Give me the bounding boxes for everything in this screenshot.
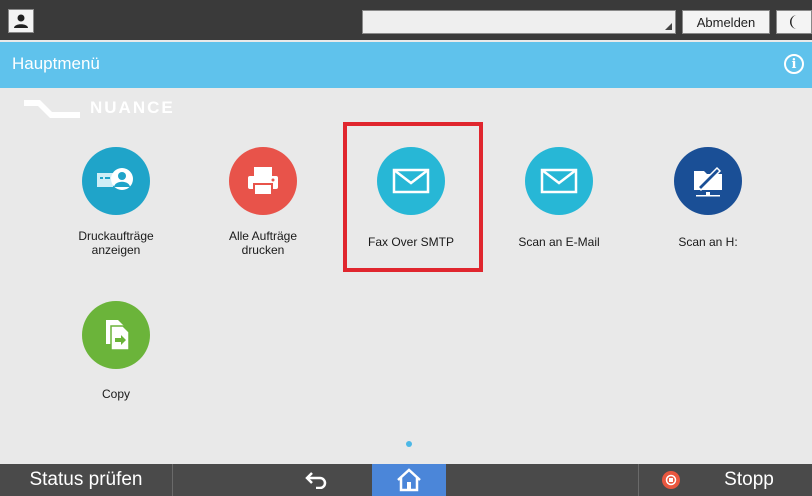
app-label: Copy bbox=[101, 387, 130, 401]
energy-saver-button[interactable] bbox=[776, 10, 812, 34]
status-check-button[interactable]: Status prüfen bbox=[0, 464, 172, 496]
resize-grip-icon bbox=[665, 23, 672, 30]
copy-icon bbox=[82, 301, 150, 369]
app-label: Scan an E-Mail bbox=[518, 235, 600, 249]
app-print-all[interactable]: Alle Aufträge drucken bbox=[208, 147, 318, 257]
printer-icon bbox=[229, 147, 297, 215]
message-field[interactable] bbox=[362, 10, 676, 34]
home-button[interactable] bbox=[372, 464, 446, 496]
stop-icon[interactable] bbox=[662, 471, 680, 489]
top-bar: Abmelden bbox=[0, 0, 812, 40]
info-icon[interactable]: i bbox=[784, 54, 804, 74]
app-scan-to-email[interactable]: Scan an E-Mail bbox=[504, 147, 614, 249]
app-label: Alle Aufträge drucken bbox=[228, 229, 298, 257]
nuance-logo-mark bbox=[24, 100, 80, 118]
stop-button[interactable]: Stopp bbox=[690, 464, 808, 496]
logo-text: NUANCE bbox=[90, 98, 175, 117]
app-label: Druckaufträge anzeigen bbox=[78, 229, 154, 257]
back-arrow-icon bbox=[305, 472, 327, 489]
app-label: Scan an H: bbox=[678, 235, 738, 249]
logout-button[interactable]: Abmelden bbox=[682, 10, 770, 34]
envelope-icon bbox=[525, 147, 593, 215]
app-copy[interactable]: Copy bbox=[61, 301, 171, 401]
app-scan-to-h[interactable]: Scan an H: bbox=[653, 147, 763, 249]
page-title: Hauptmenü bbox=[12, 54, 100, 73]
nuance-logo: NUANCE bbox=[22, 94, 202, 126]
bottom-bar: Status prüfen Stopp bbox=[0, 464, 812, 496]
user-button[interactable] bbox=[8, 9, 34, 33]
page-indicator-dot bbox=[406, 441, 412, 447]
print-jobs-icon bbox=[82, 147, 150, 215]
app-print-jobs[interactable]: Druckaufträge anzeigen bbox=[61, 147, 171, 257]
home-icon bbox=[397, 468, 421, 492]
highlight-box bbox=[343, 122, 483, 272]
back-button[interactable] bbox=[276, 464, 356, 496]
divider bbox=[172, 464, 173, 496]
title-bar: Hauptmenü i bbox=[0, 42, 812, 88]
divider bbox=[638, 464, 639, 496]
scan-folder-icon bbox=[674, 147, 742, 215]
user-icon bbox=[14, 14, 28, 28]
moon-icon bbox=[790, 15, 797, 29]
